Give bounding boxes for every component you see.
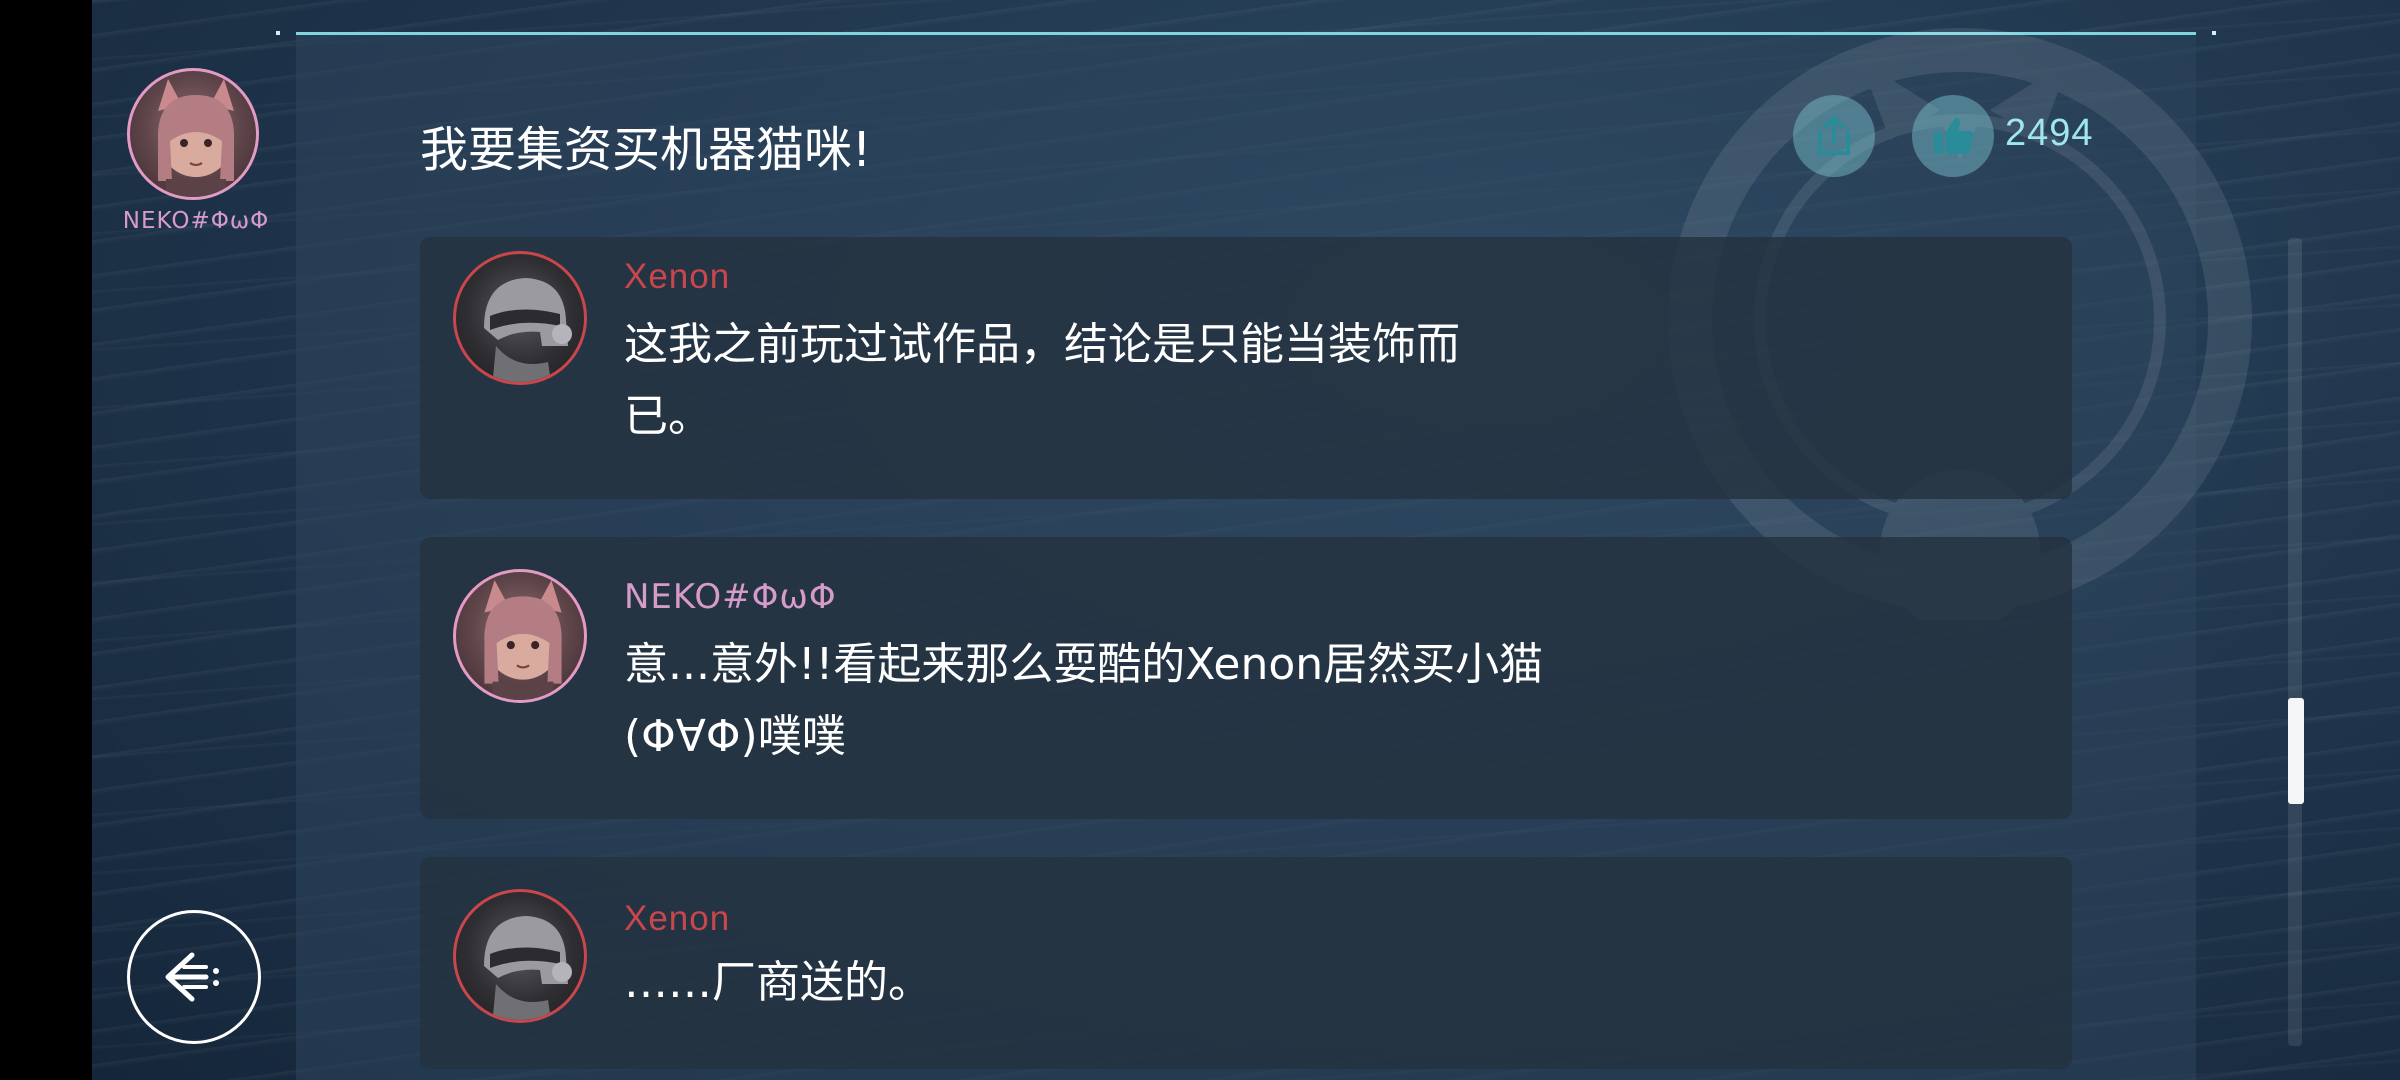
line-end-dot — [276, 31, 280, 35]
comment-author: NEKO#ΦωΦ — [624, 577, 837, 617]
commenter-avatar[interactable] — [453, 889, 587, 1023]
share-icon — [1818, 116, 1850, 155]
comment-line: (Φ∀Φ)噗噗 — [624, 711, 846, 762]
share-button[interactable] — [1793, 95, 1875, 177]
comment-line: 已。 — [624, 391, 712, 442]
back-arrow-icon — [165, 952, 219, 1002]
thumbs-up-icon — [1934, 117, 1974, 154]
comment-author: Xenon — [624, 257, 731, 296]
player-avatar[interactable] — [127, 68, 259, 200]
comment-card: Xenon 这我之前玩过试作品，结论是只能当装饰而 已。 — [420, 237, 2072, 499]
comment-text: 这我之前玩过试作品，结论是只能当装饰而 已。 — [624, 309, 1624, 453]
cat-girl-portrait-icon — [158, 79, 234, 197]
commenter-avatar[interactable] — [453, 251, 587, 385]
comment-line: ……厂商送的。 — [624, 957, 932, 1008]
post-title: 我要集资买机器猫咪! — [420, 122, 872, 178]
robot-helmet-portrait-icon — [484, 278, 572, 382]
commenter-avatar[interactable] — [453, 569, 587, 703]
comment-author: Xenon — [624, 899, 731, 938]
like-button[interactable] — [1912, 95, 1994, 177]
robot-helmet-portrait-icon — [484, 916, 572, 1020]
scrollbar-track[interactable] — [2288, 238, 2302, 1046]
back-button[interactable] — [127, 910, 261, 1044]
comment-line: 意...意外!!看起来那么耍酷的Xenon居然买小猫 — [624, 639, 1544, 690]
left-edge-bar — [0, 0, 92, 1080]
like-count: 2494 — [2005, 112, 2094, 154]
comment-card: NEKO#ΦωΦ 意...意外!!看起来那么耍酷的Xenon居然买小猫 (Φ∀Φ… — [420, 537, 2072, 819]
cat-girl-portrait-icon — [484, 580, 562, 700]
comment-text: 意...意外!!看起来那么耍酷的Xenon居然买小猫 (Φ∀Φ)噗噗 — [624, 629, 1624, 773]
player-name: NEKO#ΦωΦ — [122, 208, 270, 234]
comment-card: Xenon ……厂商送的。 — [420, 857, 2072, 1069]
comment-line: 这我之前玩过试作品，结论是只能当装饰而 — [624, 319, 1460, 370]
comment-text: ……厂商送的。 — [624, 947, 1624, 1019]
scrollbar-thumb[interactable] — [2288, 698, 2304, 804]
